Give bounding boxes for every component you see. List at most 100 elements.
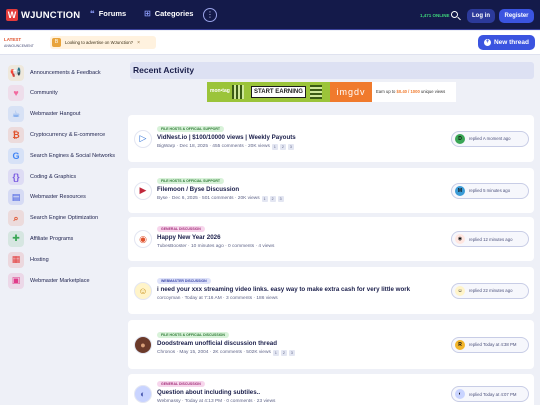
new-thread-label: New thread	[493, 39, 530, 46]
thread-prefix-badge[interactable]: FILE HOSTS & OFFICIAL DISCUSSION	[157, 331, 229, 338]
thread-page-link[interactable]: 1	[272, 349, 279, 356]
register-button[interactable]: Register	[499, 9, 534, 23]
thread-author-avatar[interactable]: ◐	[134, 385, 152, 403]
nav-categories-label: Categories	[154, 9, 194, 18]
search-icon[interactable]	[450, 10, 462, 22]
thread-title-link[interactable]: Filemoon / Byse Discussion	[157, 186, 239, 193]
thread-card[interactable]: ● FILE HOSTS & OFFICIAL DISCUSSION Doodstr…	[128, 320, 534, 369]
thread-prefix-badge[interactable]: WEBMASTER DISCUSSION	[157, 277, 211, 284]
thread-meta: corcoyman · Today at 7:16 AM · 3 comment…	[157, 296, 278, 301]
sidebar-item[interactable]: ♥ Community	[8, 85, 122, 102]
thread-page-link[interactable]: 1	[271, 143, 278, 150]
thread-author-avatar[interactable]: ●	[134, 335, 152, 354]
thread-meta-text: BigWarp · Dec 18, 2025 · 455 comments · …	[157, 144, 270, 149]
page-title: Recent Activity	[130, 62, 534, 79]
sidebar-item[interactable]: ⌕ Search Engine Optimization	[8, 210, 122, 227]
last-reply-text: replied 5 minutes ago	[469, 188, 511, 193]
thread-page-link[interactable]: 1	[261, 195, 268, 202]
thread-page-link[interactable]: 2	[280, 349, 287, 356]
thread-page-link[interactable]: 2	[279, 143, 286, 150]
sidebar-item-label: Community	[30, 90, 58, 97]
thread-page-link[interactable]: 3	[287, 143, 294, 150]
nav-forums[interactable]: ❝ Forums	[90, 9, 126, 18]
sidebar-item-label: Announcements & Feedback	[30, 69, 101, 76]
logo-mark: W	[6, 9, 18, 21]
thread-title-link[interactable]: Happy New Year 2026	[157, 234, 221, 241]
megaphone-icon: 📢	[8, 64, 24, 81]
sidebar-item[interactable]: ✚ Affiliate Programs	[8, 230, 122, 247]
ad-tagline: Earn up to $0.40 / 1000 unique views	[376, 89, 446, 94]
sidebar-item[interactable]: 📢 Announcements & Feedback	[8, 64, 122, 81]
announcement-bar: LATEST ANNOUNCEMENT B Looking to adverti…	[0, 31, 540, 55]
thread-author-avatar[interactable]: ▶	[134, 181, 152, 200]
sidebar-item[interactable]: ☕ Webmaster Hangout	[8, 106, 122, 123]
plus-icon: +	[483, 39, 491, 46]
thread-prefix-badge[interactable]: FILE HOSTS & OFFICIAL SUPPORT	[157, 125, 225, 132]
last-reply-pill[interactable]: Mreplied 5 minutes ago	[451, 182, 529, 199]
close-icon[interactable]: ×	[137, 40, 140, 46]
thread-card[interactable]: ◐ GENERAL DISCUSSION Question about includ…	[128, 374, 534, 405]
sidebar-item[interactable]: ▦ Hosting	[8, 251, 122, 268]
online-count: 1,471 ONLINE	[420, 13, 450, 18]
thread-title-link[interactable]: VidNest.io | $100/10000 views | Weekly P…	[157, 134, 296, 141]
latest-sub-label: ANNOUNCEMENT	[4, 44, 34, 48]
thread-prefix-badge[interactable]: GENERAL DISCUSSION	[157, 381, 205, 387]
last-reply-avatar: ◉	[455, 234, 465, 244]
thread-meta: TubesBooster · 10 minutes ago · 0 commen…	[157, 244, 274, 249]
top-navbar: W WJUNCTION ❝ Forums ⊞ Categories ⋮ 1,47…	[0, 0, 540, 30]
ad-cta[interactable]: START EARNING	[251, 86, 306, 98]
thread-card[interactable]: ▶ FILE HOSTS & OFFICIAL SUPPORT Filemoon /…	[128, 168, 534, 213]
thread-author-avatar[interactable]: ◉	[134, 230, 152, 248]
ad-banner[interactable]: mon•tag START EARNING imgdv Earn up to $…	[207, 82, 456, 102]
community-icon: ♥	[8, 85, 24, 102]
seo-icon: ⌕	[8, 210, 24, 227]
last-reply-pill[interactable]: Rreplied Today at 4:38 PM	[451, 336, 529, 353]
last-reply-pill[interactable]: ◉ replied 12 minutes ago	[451, 231, 529, 247]
last-reply-avatar: D	[455, 133, 465, 144]
announcement-text[interactable]: Looking to advertise on WJunction?	[65, 40, 133, 45]
hangout-icon: ☕	[8, 106, 24, 123]
thread-card[interactable]: ☺ WEBMASTER DISCUSSION i need your xxx str…	[128, 267, 534, 314]
announcement-badge-icon: B	[52, 38, 61, 47]
last-reply-text: replied 22 minutes ago	[469, 288, 513, 293]
thread-author-avatar[interactable]: ▷	[134, 129, 152, 148]
sidebar-item[interactable]: ▤ Webmaster Resources	[8, 189, 122, 206]
ad-pattern-2	[310, 85, 322, 99]
sidebar-item[interactable]: {} Coding & Graphics	[8, 168, 122, 185]
last-reply-pill[interactable]: Dreplied A moment ago	[451, 130, 529, 147]
sidebar-item[interactable]: ₿ Cryptocurrency & E-commerce	[8, 126, 122, 143]
thread-card[interactable]: ▷ FILE HOSTS & OFFICIAL SUPPORT VidNest.io…	[128, 115, 534, 162]
sidebar-item[interactable]: ▣ Webmaster Marketplace	[8, 272, 122, 289]
thread-prefix-badge[interactable]: GENERAL DISCUSSION	[157, 226, 205, 232]
thread-prefix-badge[interactable]: FILE HOSTS & OFFICIAL SUPPORT	[157, 177, 225, 184]
thread-title-link[interactable]: Doodstream unofficial discussion thread	[157, 340, 277, 347]
montag-ad[interactable]: mon•tag START EARNING	[207, 82, 330, 102]
thread-page-link[interactable]: 3	[288, 349, 295, 356]
thread-meta-text: Byse · Dec 6, 2025 · 501 comments · 20K …	[157, 196, 260, 201]
thread-page-link[interactable]: 3	[277, 195, 284, 202]
last-reply-pill[interactable]: ☺ replied 22 minutes ago	[451, 282, 529, 299]
thread-card[interactable]: ◉ GENERAL DISCUSSION Happy New Year 2026 Tu…	[128, 217, 534, 261]
latest-label: LATEST	[4, 37, 22, 42]
last-reply-avatar: R	[455, 339, 465, 350]
thread-meta-text: Chronos · May 15, 2004 · 2K comments · 5…	[157, 350, 271, 355]
thread-title-link[interactable]: i need your xxx streaming video links. e…	[157, 286, 410, 293]
nav-categories[interactable]: ⊞ Categories	[144, 9, 193, 18]
imgdv-ad[interactable]: imgdv Earn up to $0.40 / 1000 unique vie…	[330, 82, 456, 102]
announcement-ticker[interactable]: B Looking to advertise on WJunction? ×	[50, 36, 156, 49]
thread-page-link[interactable]: 2	[269, 195, 276, 202]
thread-meta: BigWarp · Dec 18, 2025 · 455 comments · …	[157, 143, 294, 150]
ad-logo: imgdv	[330, 82, 372, 102]
new-thread-button[interactable]: + New thread	[478, 35, 535, 50]
sidebar-item[interactable]: G Search Engines & Social Networks	[8, 147, 122, 164]
resources-icon: ▤	[8, 189, 24, 206]
login-button[interactable]: Log in	[467, 9, 495, 23]
sidebar-item-label: Search Engine Optimization	[30, 215, 99, 222]
logo-text: WJUNCTION	[21, 9, 81, 21]
last-reply-pill[interactable]: ◐ replied Today at 4:07 PM	[451, 386, 529, 402]
site-logo[interactable]: W WJUNCTION	[6, 9, 80, 21]
more-menu-button[interactable]: ⋮	[203, 8, 217, 22]
thread-author-avatar[interactable]: ☺	[134, 281, 152, 300]
thread-title-link[interactable]: Question about including subtiles..	[157, 389, 260, 396]
sidebar-item-label: Cryptocurrency & E-commerce	[30, 131, 106, 138]
